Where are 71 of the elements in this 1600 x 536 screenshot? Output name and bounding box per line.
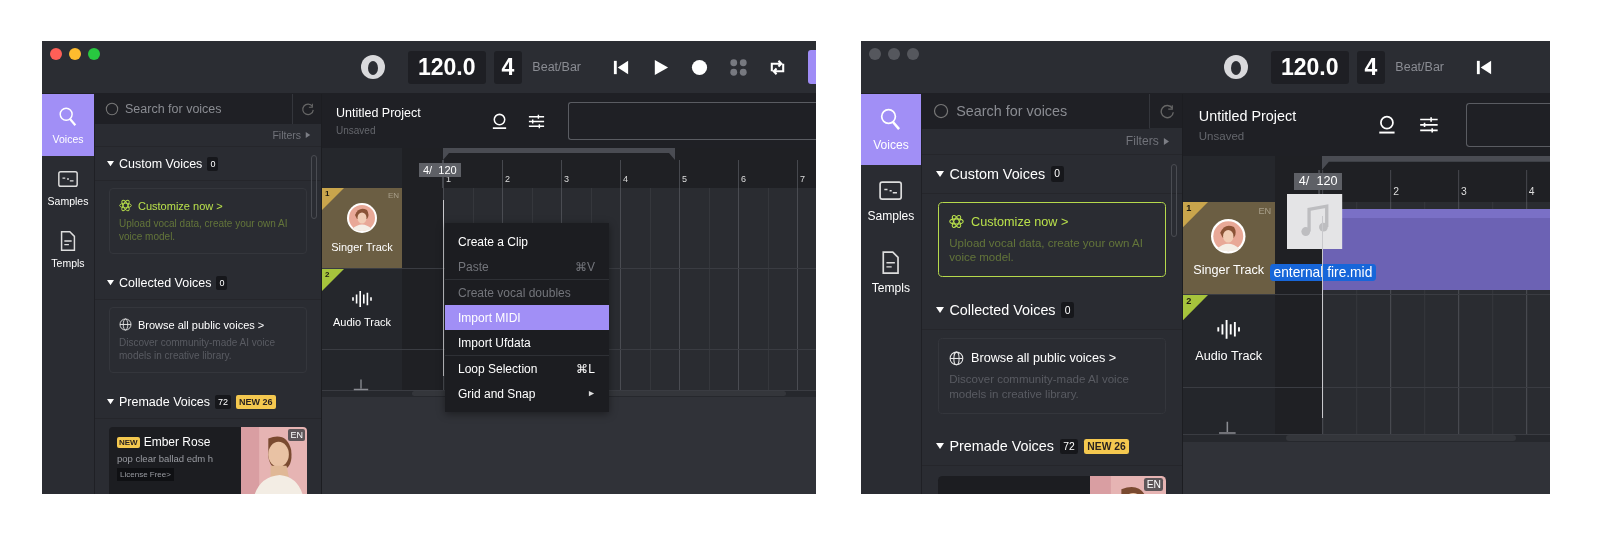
sidebar-tab[interactable]: Templs [42,218,94,280]
project-title: Untitled Project [336,106,422,120]
card-link[interactable]: Browse all public voices > [138,318,265,331]
track-header[interactable]: 1 EN Singer Track [322,188,402,268]
sidebar-tab[interactable]: Samples [42,156,94,218]
card-link[interactable]: Customize now > [138,199,223,212]
tempo-marker[interactable]: 4/ 120 [1294,173,1343,190]
sidebar-tab[interactable]: Samples [861,165,921,237]
count-badge: 72 [1059,438,1079,455]
tempo-marker[interactable]: 4/ 120 [419,163,461,177]
count-badge: 72 [215,394,232,409]
project-title: Untitled Project [1198,108,1298,125]
bar-number: 2 [505,174,510,184]
bar-number: 3 [564,174,569,184]
bar-number: 5 [682,174,687,184]
language-tag: EN [1258,205,1272,216]
bar-number: 2 [1393,186,1399,197]
bar-number: 4 [623,174,628,184]
section-title: Custom Voices [119,156,203,171]
voice-card[interactable]: EN [937,475,1166,494]
voice-tags: pop clear ballad edm h [117,453,241,464]
bar-number: 4 [1528,186,1535,197]
voice-name: Ember Rose [143,435,211,449]
save-status: Unsaved [336,125,377,136]
bar-number: 7 [800,174,805,184]
new-badge: NEW 26 [236,394,276,409]
track-number-tag: 1 [322,188,344,210]
section-title: Premade Voices [119,394,211,409]
file-name-label: enternal fire.mid [1270,264,1376,282]
save-status: Unsaved [1198,129,1246,142]
tempo-display[interactable]: 120.0 [408,50,486,84]
beats-display[interactable]: 4 [493,50,523,84]
card-description: Upload vocal data, create your own AI voice model. [119,218,289,243]
tempo-display[interactable]: 120.0 [1271,50,1349,84]
search-field[interactable]: Search for voices [95,94,292,124]
section-title: Custom Voices [949,165,1046,182]
track-header[interactable]: 1 EN Singer Track [1182,202,1275,295]
count-badge: 0 [216,275,228,290]
count-badge: 0 [1050,165,1064,182]
track-number-tag: 2 [1182,295,1208,321]
count-badge: 0 [1061,302,1074,318]
new-badge: NEW 26 [1083,438,1130,455]
bar-number: 3 [1461,186,1467,197]
language-tag: EN [288,429,305,441]
card-description: Upload vocal data, create your own AI voice model. [949,236,1144,265]
beats-label: Beat/Bar [1395,60,1444,74]
track-number-tag: 1 [1182,202,1208,228]
menu-item[interactable]: Create a Clip [445,229,609,254]
card-link[interactable]: Customize now > [971,214,1069,229]
search-field[interactable]: Search for voices [921,94,1149,129]
sidebar-tab[interactable]: Templs [861,236,921,308]
language-tag: EN [387,191,399,200]
card-link[interactable]: Browse all public voices > [971,351,1117,366]
count-badge: 0 [207,156,219,171]
section-title: Premade Voices [949,438,1054,455]
section-title: Collected Voices [119,275,212,290]
section-title: Collected Voices [949,302,1056,319]
beats-label: Beat/Bar [532,60,581,74]
search-field[interactable]: Search for voices [125,102,265,116]
menu-item[interactable]: Loop Selection ⌘L [445,356,609,381]
voice-card[interactable]: NEW Ember Rose pop clear ballad edm h License Free> EN [109,427,307,494]
promo-card[interactable]: Customize now > Upload vocal data, create your own AI voice model. [109,188,307,254]
new-badge: NEW [117,436,140,448]
menu-item[interactable]: Import Ufdata [445,330,609,355]
track-number-tag: 2 [322,269,344,291]
bar-number: 6 [741,174,746,184]
search-field[interactable]: Search for voices [956,103,1118,120]
beats-display[interactable]: 4 [1356,50,1386,84]
promo-card[interactable]: Customize now > Upload vocal data, create your own AI voice model. [937,201,1166,278]
license-link[interactable]: License Free> [117,468,174,481]
menu-item[interactable]: Grid and Snap [445,381,609,406]
